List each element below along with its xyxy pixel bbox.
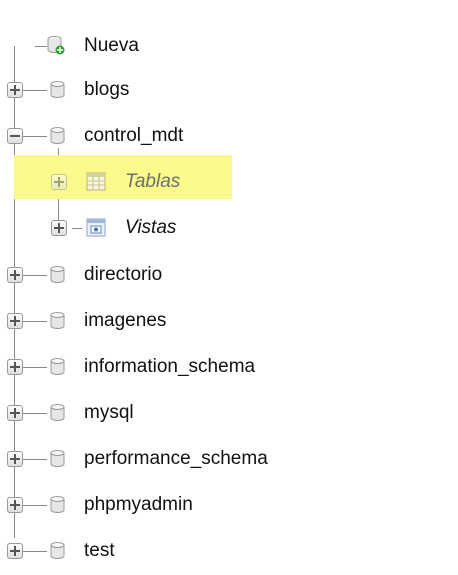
expand-performance-schema-icon[interactable]	[7, 451, 23, 467]
database-icon	[50, 266, 65, 283]
database-label[interactable]: phpmyadmin	[84, 494, 193, 516]
tablas-label[interactable]: Tablas	[125, 171, 180, 193]
new-label: Nueva	[84, 35, 139, 56]
tree-item-blogs[interactable]: blogs	[0, 67, 458, 113]
expand-imagenes-icon[interactable]	[7, 313, 23, 329]
table-icon	[86, 172, 106, 191]
database-label[interactable]: directorio	[84, 264, 162, 286]
database-label[interactable]: blogs	[84, 79, 129, 101]
tree-item-directorio[interactable]: directorio	[0, 252, 458, 298]
collapse-control-mdt-icon[interactable]	[7, 128, 23, 144]
expand-test-icon[interactable]	[7, 543, 23, 559]
tree-item-new[interactable]: Nueva	[0, 23, 458, 69]
tree-item-mysql[interactable]: mysql	[0, 390, 458, 436]
view-icon	[86, 218, 106, 237]
tree-item-phpmyadmin[interactable]: phpmyadmin	[0, 482, 458, 528]
database-icon	[50, 127, 65, 144]
tree-item-information-schema[interactable]: information_schema	[0, 344, 458, 390]
tree-item-imagenes[interactable]: imagenes	[0, 298, 458, 344]
expand-directorio-icon[interactable]	[7, 267, 23, 283]
tree-item-performance-schema[interactable]: performance_schema	[0, 436, 458, 482]
tree-item-control-mdt[interactable]: control_mdt	[0, 113, 458, 159]
database-icon	[50, 542, 65, 559]
tree-item-tablas[interactable]: Tablas	[0, 159, 458, 205]
database-label[interactable]: mysql	[84, 402, 134, 424]
expand-phpmyadmin-icon[interactable]	[7, 497, 23, 513]
database-icon	[50, 496, 65, 513]
new-database-icon	[47, 36, 65, 55]
database-label[interactable]: information_schema	[84, 356, 255, 378]
expand-blogs-icon[interactable]	[7, 82, 23, 98]
database-label[interactable]: imagenes	[84, 310, 166, 332]
database-icon	[50, 312, 65, 329]
expand-information-schema-icon[interactable]	[7, 359, 23, 375]
database-icon	[50, 358, 65, 375]
expand-tablas-icon[interactable]	[51, 174, 67, 190]
database-icon	[50, 450, 65, 467]
expand-vistas-icon[interactable]	[51, 220, 67, 236]
expand-mysql-icon[interactable]	[7, 405, 23, 421]
database-label[interactable]: test	[84, 540, 115, 562]
tree-item-vistas[interactable]: Vistas	[0, 205, 458, 251]
tree-item-test[interactable]: test	[0, 528, 458, 574]
database-label[interactable]: control_mdt	[84, 125, 183, 147]
database-icon	[50, 81, 65, 98]
database-icon	[50, 404, 65, 421]
database-tree: Nueva blogs control_mdt Tablas Vistas di…	[0, 0, 458, 575]
database-label[interactable]: performance_schema	[84, 448, 268, 470]
vistas-label[interactable]: Vistas	[125, 217, 176, 239]
